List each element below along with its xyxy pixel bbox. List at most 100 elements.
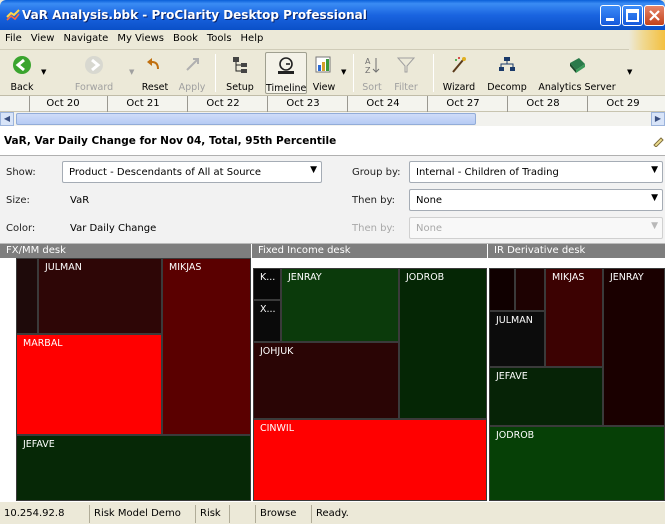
toolbar: Back ▼ Forward ▼ Reset Apply Setup Timel…	[0, 50, 665, 96]
chevron-down-icon: ▼	[651, 221, 658, 231]
timeline-divider	[507, 96, 508, 112]
chart-view-icon	[315, 56, 331, 73]
groupby-dropdown[interactable]: Internal - Children of Trading ▼	[409, 161, 663, 183]
treemap-cell[interactable]	[515, 268, 545, 311]
treemap[interactable]: FX/MM desk JULMAN MIKJAS MARBAL JEFAVE F…	[0, 244, 665, 501]
scroll-left-button[interactable]: ◀	[0, 112, 14, 126]
setup-button[interactable]: Setup	[222, 52, 258, 94]
treemap-cell[interactable]	[16, 258, 38, 334]
decomp-button[interactable]: Decomp	[486, 52, 528, 94]
menu-bar: File View Navigate My Views Book Tools Help	[0, 30, 665, 50]
timeline-axis[interactable]: Oct 20 Oct 21 Oct 22 Oct 23 Oct 24 Oct 2…	[0, 96, 665, 112]
chevron-left-icon: ◀	[3, 114, 11, 123]
desk-ir-derivative: IR Derivative desk MIKJAS JENRAY JULMAN …	[487, 244, 665, 501]
timeline-button[interactable]: Timeline	[265, 52, 307, 94]
chevron-down-icon: ▼	[651, 193, 658, 203]
treemap-cell[interactable]: MIKJAS	[162, 258, 251, 435]
timeline-divider	[29, 96, 30, 112]
treemap-cell[interactable]: MARBAL	[16, 334, 162, 435]
desk-header[interactable]: Fixed Income desk	[251, 244, 487, 258]
status-bar: 10.254.92.8 Risk Model Demo Risk Browse …	[0, 501, 665, 524]
color-value: Var Daily Change	[70, 223, 157, 234]
chevron-down-icon: ▼	[310, 165, 317, 175]
forward-dropdown-icon: ▼	[129, 68, 135, 76]
timeline-date[interactable]: Oct 20	[46, 98, 79, 109]
view-button[interactable]: View	[310, 52, 338, 94]
timeline-date[interactable]: Oct 29	[606, 98, 639, 109]
menu-help[interactable]: Help	[236, 30, 268, 44]
timeline-date[interactable]: Oct 24	[366, 98, 399, 109]
scroll-right-button[interactable]: ▶	[651, 112, 665, 126]
forward-arrow-icon	[85, 56, 103, 74]
analytics-server-button[interactable]: Analytics Server	[534, 52, 620, 94]
timeline-date[interactable]: Oct 21	[126, 98, 159, 109]
size-value: VaR	[70, 195, 90, 206]
maximize-button[interactable]	[622, 5, 643, 26]
toolbar-separator	[353, 54, 354, 92]
menu-file[interactable]: File	[0, 30, 26, 44]
status-message: Ready.	[316, 508, 349, 519]
window-title: VaR Analysis.bbk - ProClarity Desktop Pr…	[22, 8, 367, 22]
view-header: VaR, Var Daily Change for Nov 04, Total,…	[0, 126, 665, 156]
menu-book[interactable]: Book	[168, 30, 202, 44]
timeline-date[interactable]: Oct 22	[206, 98, 239, 109]
wizard-button[interactable]: Wizard	[440, 52, 478, 94]
desk-fx-mm: FX/MM desk JULMAN MIKJAS MARBAL JEFAVE	[0, 244, 251, 501]
scrollbar-thumb[interactable]	[16, 113, 476, 125]
timeline-date[interactable]: Oct 28	[526, 98, 559, 109]
apply-button: Apply	[177, 52, 207, 94]
desk-header[interactable]: FX/MM desk	[0, 244, 251, 258]
timeline-date[interactable]: Oct 27	[446, 98, 479, 109]
treemap-cell[interactable]: K...	[253, 268, 281, 300]
treemap-cell[interactable]: JULMAN	[489, 311, 545, 367]
settings-panel: Show: Product - Descendants of All at So…	[0, 156, 665, 244]
status-model: Risk Model Demo	[90, 505, 196, 523]
treemap-cell[interactable]: X...	[253, 300, 281, 342]
back-dropdown-icon[interactable]: ▼	[41, 68, 46, 76]
filter-button: Filter	[390, 52, 422, 94]
sort-icon: AZ	[365, 57, 380, 75]
analytics-dropdown-icon[interactable]: ▼	[627, 68, 632, 76]
minimize-icon	[606, 18, 614, 21]
treemap-cell[interactable]: JULMAN	[38, 258, 162, 334]
treemap-cell[interactable]: JENRAY	[603, 268, 665, 426]
reset-icon	[147, 58, 159, 69]
treemap-cell[interactable]: JOHJUK	[253, 342, 399, 419]
close-icon	[649, 10, 660, 21]
treemap-cell[interactable]	[489, 268, 515, 311]
toolbar-separator	[215, 54, 216, 92]
timeline-divider	[427, 96, 428, 112]
treemap-cell[interactable]: JEFAVE	[489, 367, 603, 426]
timeline-divider	[347, 96, 348, 112]
treemap-cell[interactable]: MIKJAS	[545, 268, 603, 367]
treemap-cell[interactable]: CINWIL	[253, 419, 487, 501]
status-risk: Risk	[196, 505, 230, 523]
desk-header[interactable]: IR Derivative desk	[487, 244, 665, 258]
timeline-scrollbar[interactable]: ◀ ▶	[0, 112, 665, 126]
menu-navigate[interactable]: Navigate	[58, 30, 112, 44]
treemap-cell[interactable]: JENRAY	[281, 268, 399, 342]
view-dropdown-icon[interactable]: ▼	[341, 68, 346, 76]
sort-button: AZ Sort	[362, 57, 382, 93]
apply-icon	[186, 58, 199, 71]
minimize-button[interactable]	[600, 5, 621, 26]
thenby-dropdown[interactable]: None ▼	[409, 189, 663, 211]
toolbar-separator	[433, 54, 434, 92]
reset-button[interactable]: Reset	[138, 52, 172, 94]
treemap-cell[interactable]: JODROB	[489, 426, 665, 501]
timeline-date[interactable]: Oct 23	[286, 98, 319, 109]
treemap-cell[interactable]: JEFAVE	[16, 435, 251, 501]
show-dropdown[interactable]: Product - Descendants of All at Source ▼	[62, 161, 322, 183]
treemap-cell[interactable]: JODROB	[399, 268, 487, 419]
menu-tools[interactable]: Tools	[202, 30, 236, 44]
decomp-tree-icon	[499, 57, 515, 71]
back-button[interactable]: Back	[4, 52, 40, 94]
color-label: Color:	[6, 223, 36, 234]
close-button[interactable]	[644, 5, 665, 26]
menu-view[interactable]: View	[26, 30, 59, 44]
thenby2-label: Then by:	[352, 223, 396, 234]
status-ip: 10.254.92.8	[0, 505, 90, 523]
menu-my-views[interactable]: My Views	[112, 30, 168, 44]
timeline-divider	[107, 96, 108, 112]
pencil-icon[interactable]	[652, 135, 664, 147]
